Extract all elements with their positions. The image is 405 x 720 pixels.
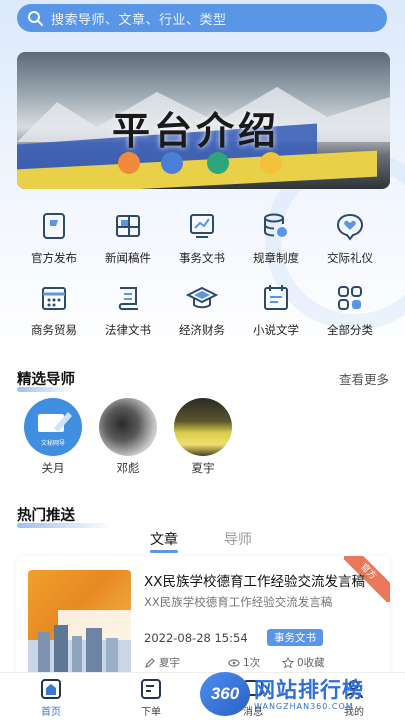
article-card[interactable]: 官方 XX民族学校德育工作经验交流发言稿 XX民族学校德育工作经验交流发言稿 2…: [16, 556, 390, 680]
banner-dot: [118, 152, 140, 174]
category-item[interactable]: 商务贸易: [17, 282, 91, 338]
category-item[interactable]: 小说文学: [239, 282, 313, 338]
article-subtitle: XX民族学校德育工作经验交流发言稿: [144, 595, 333, 609]
calendar-grid-icon: [42, 287, 66, 310]
view-more-link[interactable]: 查看更多: [339, 369, 389, 388]
category-item[interactable]: 全部分类: [313, 282, 387, 338]
mentor-card[interactable]: 邓彪: [97, 398, 159, 476]
newspaper-icon: [116, 215, 140, 237]
avatar: [99, 398, 157, 456]
article-tag[interactable]: 事务文书: [267, 629, 323, 646]
article-author: 夏宇: [144, 655, 180, 670]
tab-mentors[interactable]: 导师: [224, 529, 252, 549]
watermark-domain: WANGZHAN360.COM: [254, 701, 354, 711]
search-bar[interactable]: 搜索导师、文章、行业、类型: [17, 4, 387, 32]
banner-dot: [161, 152, 183, 174]
document-badge-icon: [43, 213, 65, 239]
promo-banner[interactable]: 平台介绍: [17, 52, 390, 189]
category-item[interactable]: 交际礼仪: [313, 210, 387, 266]
banner-dot: [207, 152, 229, 174]
category-item[interactable]: 规章制度: [239, 210, 313, 266]
nav-home[interactable]: 首页: [21, 677, 81, 718]
heart-chat-icon: [336, 213, 364, 241]
eye-icon: [228, 658, 240, 667]
nav-order[interactable]: 下单: [121, 677, 181, 718]
order-edit-icon: [141, 679, 161, 699]
article-thumbnail: [28, 570, 131, 676]
pencil-icon: [145, 657, 155, 668]
category-item[interactable]: 事务文书: [165, 210, 239, 266]
home-icon: [41, 679, 61, 699]
article-date: 2022-08-28 15:54: [144, 631, 248, 645]
mentor-card[interactable]: 文秘网导 关月: [22, 398, 84, 476]
hot-section-title: 热门推送: [17, 504, 113, 528]
tab-articles[interactable]: 文章: [150, 529, 178, 553]
category-item[interactable]: 经济财务: [165, 282, 239, 338]
category-item[interactable]: 新闻稿件: [91, 210, 165, 266]
banner-dot: [260, 152, 282, 174]
mentors-section-title: 精选导师: [17, 368, 75, 392]
search-icon: [28, 11, 43, 26]
grid-apps-icon: [338, 286, 362, 310]
search-placeholder: 搜索导师、文章、行业、类型: [51, 12, 227, 28]
scroll-icon: [118, 287, 138, 310]
watermark: 360 网站排行榜 WANGZHAN360.COM: [200, 668, 405, 720]
graduation-cap-icon: [186, 286, 218, 309]
watermark-name: 网站排行榜: [254, 677, 364, 702]
article-title: XX民族学校德育工作经验交流发言稿: [144, 574, 365, 590]
star-icon: [282, 656, 294, 669]
chart-board-icon: [190, 214, 214, 238]
pen-paper-icon: [38, 412, 72, 432]
watermark-logo: 360: [200, 672, 250, 716]
mentor-card[interactable]: 夏宇: [172, 398, 234, 476]
database-stack-icon: [264, 213, 287, 237]
avatar: 文秘网导: [24, 398, 82, 456]
avatar: [174, 398, 232, 456]
banner-title: 平台介绍: [112, 108, 281, 153]
book-calendar-icon: [264, 285, 288, 310]
category-item[interactable]: 官方发布: [17, 210, 91, 266]
category-item[interactable]: 法律文书: [91, 282, 165, 338]
